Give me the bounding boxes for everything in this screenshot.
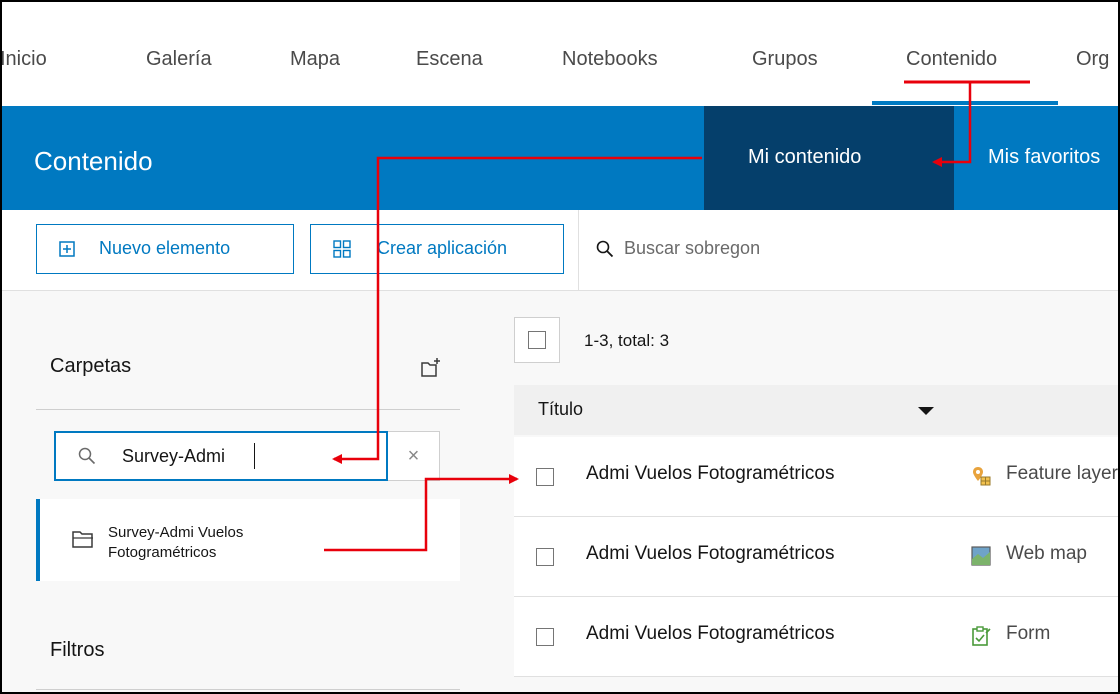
item-type: Web map [1006,543,1087,564]
nav-item-contenido[interactable]: Contenido [906,48,997,71]
checkbox-box [528,331,546,349]
nav-item-galeria[interactable]: Galería [146,48,212,71]
apps-grid-icon [333,240,351,258]
sort-down-icon[interactable] [918,407,934,415]
sidebar-divider [36,409,460,410]
web-map-icon [971,546,991,566]
nav-item-notebooks[interactable]: Notebooks [562,48,658,71]
table-header: Título [514,385,1118,435]
create-app-button[interactable]: Crear aplicación [310,224,564,274]
folder-search-input[interactable]: Survey-Admi [54,431,388,481]
table-row[interactable]: Admi Vuelos Fotogramétricos Feature laye… [514,437,1118,517]
create-app-label: Crear aplicación [377,238,508,258]
folder-icon [72,531,93,548]
search-icon [596,240,614,258]
row-checkbox[interactable] [536,468,554,486]
folder-name: Survey-Admi Vuelos Fotogramétricos [108,524,244,561]
feature-layer-icon [973,467,991,486]
new-item-label: Nuevo elemento [99,238,231,258]
row-checkbox[interactable] [536,548,554,566]
filters-heading: Filtros [50,639,105,661]
item-title[interactable]: Admi Vuelos Fotogramétricos [586,463,835,485]
text-cursor [254,443,255,469]
page-title: Contenido [34,146,153,176]
tab-mi-contenido[interactable]: Mi contenido [704,106,954,210]
nav-item-inicio[interactable]: Inicio [2,48,47,71]
toolbar: Nuevo elemento Crear aplicación Buscar s… [2,210,1118,291]
folder-search-value: Survey-Admi [122,446,226,466]
content-header: Contenido Mi contenido Mis favoritos [2,106,1118,210]
new-item-button[interactable]: Nuevo elemento [36,224,294,274]
column-header-title[interactable]: Título [538,399,583,420]
sidebar-divider [36,689,460,690]
select-all-checkbox[interactable] [514,317,560,363]
clear-search-button[interactable]: × [388,431,440,481]
item-type: Feature layer [1006,463,1118,484]
nav-item-mapa[interactable]: Mapa [290,48,340,71]
tab-mi-contenido-label: Mi contenido [748,146,862,168]
row-checkbox[interactable] [536,628,554,646]
search-input[interactable]: Buscar sobregon [624,238,760,259]
selected-indicator [36,499,40,581]
nav-item-org[interactable]: Org [1076,48,1109,71]
search-icon [78,447,96,465]
form-icon [972,626,991,646]
toolbar-divider [578,210,579,290]
add-folder-icon[interactable] [420,357,442,379]
plus-square-icon [59,241,75,257]
table-row[interactable]: Admi Vuelos Fotogramétricos Form [514,597,1118,677]
active-nav-indicator [872,101,1058,105]
top-navigation: Inicio Galería Mapa Escena Notebooks Gru… [2,2,1118,106]
app-window: Inicio Galería Mapa Escena Notebooks Gru… [0,0,1120,694]
item-title[interactable]: Admi Vuelos Fotogramétricos [586,543,835,565]
result-count: 1-3, total: 3 [584,331,670,350]
nav-item-escena[interactable]: Escena [416,48,483,71]
nav-item-grupos[interactable]: Grupos [752,48,818,71]
item-type: Form [1006,623,1051,644]
item-title[interactable]: Admi Vuelos Fotogramétricos [586,623,835,645]
table-row[interactable]: Admi Vuelos Fotogramétricos Web map [514,517,1118,597]
tab-mis-favoritos[interactable]: Mis favoritos [988,146,1100,169]
folder-item[interactable]: Survey-Admi Vuelos Fotogramétricos [36,499,460,581]
content-list: 1-3, total: 3 Título Admi Vuelos Fotogra… [482,291,1118,692]
folders-heading: Carpetas [50,355,132,377]
sidebar: Carpetas Survey-Admi × Survey-Admi Vuelo… [2,291,482,692]
